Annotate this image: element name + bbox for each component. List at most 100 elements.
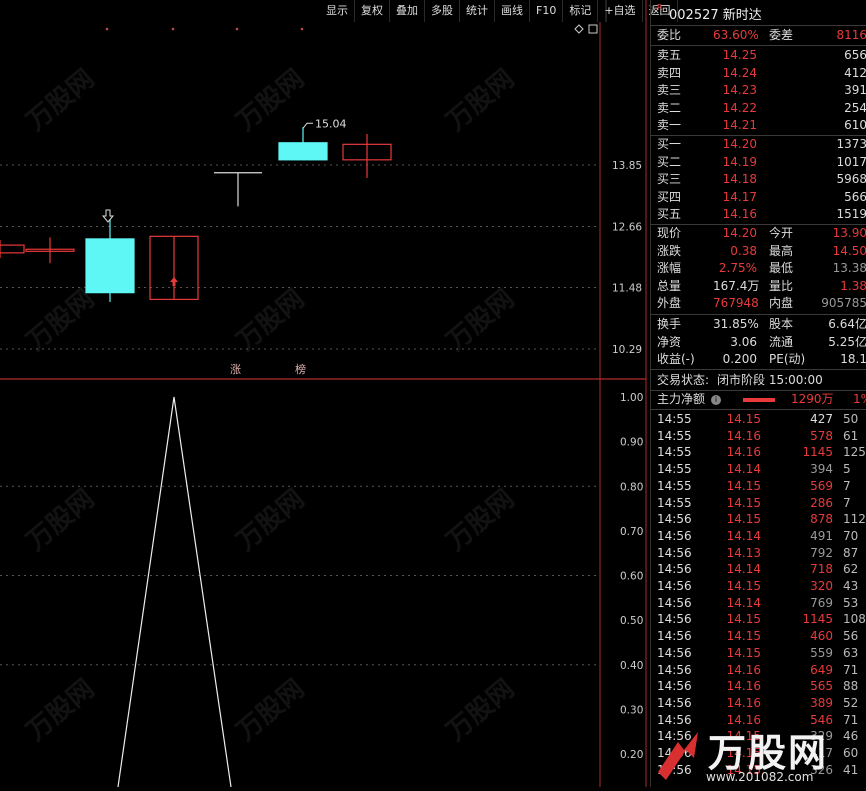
bid-volume: 1017 bbox=[836, 154, 866, 169]
ask-row: 卖五 14.25 656 bbox=[651, 47, 866, 65]
tick-count: 125 bbox=[843, 445, 866, 460]
toolbar-f10-button[interactable]: F10 bbox=[530, 0, 564, 22]
indicator-tick-label: 1.00 bbox=[620, 392, 643, 404]
toolbar-show-button[interactable]: 显示 bbox=[320, 0, 355, 22]
ask-row: 卖一 14.21 610 bbox=[651, 117, 866, 135]
tick-row: 14:55 14.14 394 5 bbox=[651, 461, 866, 478]
ask-label: 卖五 bbox=[657, 48, 682, 62]
indicator-tick-label: 0.20 bbox=[620, 749, 643, 761]
tick-price: 14.14 bbox=[726, 595, 761, 610]
tick-price: 14.16 bbox=[726, 428, 761, 443]
bid-row: 买二 14.19 1017 bbox=[651, 154, 866, 172]
bid-row: 买四 14.17 566 bbox=[651, 189, 866, 207]
tick-time: 14:55 bbox=[657, 428, 692, 443]
fundamental-value: 6.64亿 bbox=[828, 317, 866, 331]
indicator-tick-label: 0.30 bbox=[620, 704, 643, 716]
weicha-label: 委差 bbox=[769, 28, 794, 42]
bid-volume: 1373 bbox=[836, 137, 866, 151]
tick-price: 14.15 bbox=[726, 629, 761, 644]
tick-price: 14.16 bbox=[726, 679, 761, 694]
toolbar-adjust-button[interactable]: 复权 bbox=[355, 0, 390, 22]
indicator-tick-label: 0.80 bbox=[620, 481, 643, 493]
indicator-tick-label: 0.40 bbox=[620, 660, 643, 672]
fundamental-label: 收益(-) bbox=[657, 352, 695, 367]
tick-count: 108 bbox=[843, 612, 866, 627]
tick-price: 14.14 bbox=[726, 528, 761, 543]
tick-row: 14:56 14.13 792 87 bbox=[651, 545, 866, 562]
toolbar-stats-button[interactable]: 统计 bbox=[460, 0, 495, 22]
tick-volume: 718 bbox=[810, 562, 833, 577]
tick-volume: 491 bbox=[810, 528, 833, 543]
tick-time: 14:56 bbox=[657, 662, 692, 677]
info-icon[interactable]: i bbox=[711, 395, 721, 405]
stock-name: 新时达 bbox=[722, 8, 762, 23]
tick-row: 14:56 14.16 389 52 bbox=[651, 695, 866, 712]
fundamental-label: 股本 bbox=[769, 317, 794, 331]
weibi-label: 委比 bbox=[657, 28, 682, 42]
tick-count: 63 bbox=[843, 645, 859, 660]
indicator-tick-label: 0.70 bbox=[620, 526, 643, 538]
bid-row: 买五 14.16 1519 bbox=[651, 206, 866, 224]
tick-time: 14:56 bbox=[657, 528, 692, 543]
status-value: 闭市阶段 15:00:00 bbox=[717, 373, 823, 387]
toolbar-overlay-button[interactable]: 叠加 bbox=[390, 0, 425, 22]
quote-value: 14.20 bbox=[722, 226, 757, 240]
divider bbox=[651, 409, 866, 410]
quote-value: 2.75% bbox=[718, 261, 757, 276]
tick-volume: 565 bbox=[810, 679, 833, 694]
kline-chart[interactable]: 13.85 12.66 11.48 10.29 15.04 涨 榜 1.00 0.90 0.80 0… bbox=[0, 0, 650, 788]
ask-volume: 610 bbox=[844, 118, 866, 133]
indicator-line bbox=[117, 396, 232, 788]
bid-volume: 1519 bbox=[836, 207, 866, 222]
bid-label: 买三 bbox=[657, 172, 682, 187]
quote-value: 14.50 bbox=[832, 243, 866, 258]
toolbar: 显示 复权 叠加 多股 统计 画线 F10 标记 +自选 返回 bbox=[320, 0, 678, 22]
bid-label: 买二 bbox=[657, 154, 682, 169]
tick-count: 56 bbox=[843, 629, 859, 644]
tick-time: 14:56 bbox=[657, 595, 692, 610]
quote-value: 905785 bbox=[821, 296, 866, 311]
fundamental-value: 0.200 bbox=[722, 352, 757, 367]
ask-volume: 254 bbox=[844, 100, 866, 115]
toolbar-add-watchlist-button[interactable]: +自选 bbox=[598, 0, 643, 22]
bid-price: 14.18 bbox=[722, 172, 757, 187]
tick-volume: 792 bbox=[810, 545, 833, 560]
tick-time: 14:56 bbox=[657, 645, 692, 660]
tick-price: 14.15 bbox=[726, 579, 761, 593]
marker-dot bbox=[235, 27, 239, 31]
weicha-value: 8116 bbox=[836, 28, 866, 42]
bid-label: 买五 bbox=[657, 207, 682, 222]
tick-count: 7 bbox=[843, 478, 851, 493]
tick-count: 43 bbox=[843, 579, 859, 593]
weibi-value: 63.60% bbox=[713, 28, 759, 42]
divider bbox=[651, 369, 866, 370]
fundamental-value: 5.25亿 bbox=[828, 334, 866, 349]
tick-row: 14:56 14.16 649 71 bbox=[651, 662, 866, 679]
tick-volume: 578 bbox=[810, 428, 833, 443]
tick-time: 14:55 bbox=[657, 462, 692, 477]
quote-value: 1.38 bbox=[840, 278, 866, 293]
toolbar-mark-button[interactable]: 标记 bbox=[563, 0, 599, 22]
quote-label: 内盘 bbox=[769, 296, 794, 311]
tick-count: 53 bbox=[843, 595, 859, 610]
divider bbox=[651, 314, 866, 315]
chart-area[interactable]: 13.85 12.66 11.48 10.29 15.04 涨 榜 1.00 0.90 0.80 0… bbox=[0, 0, 650, 788]
fundamental-row: 净资 3.06 流通 5.25亿 bbox=[651, 334, 866, 352]
tick-price: 14.15 bbox=[726, 478, 761, 493]
up-arrow-icon bbox=[170, 277, 178, 286]
tick-volume: 394 bbox=[810, 462, 833, 477]
bid-price: 14.16 bbox=[722, 207, 757, 222]
quote-label: 现价 bbox=[657, 226, 682, 240]
quote-value: 0.38 bbox=[730, 243, 757, 258]
toolbar-multi-stock-button[interactable]: 多股 bbox=[425, 0, 460, 22]
tick-count: 112 bbox=[843, 512, 866, 527]
main-flow-label: 主力净额 bbox=[657, 392, 706, 406]
fundamental-label: 流通 bbox=[769, 334, 794, 349]
tick-row: 14:56 14.15 878 112 bbox=[651, 511, 866, 528]
tick-row: 14:56 14.14 491 70 bbox=[651, 528, 866, 545]
status-label: 交易状态: bbox=[657, 373, 710, 387]
toolbar-draw-line-button[interactable]: 画线 bbox=[495, 0, 530, 22]
fundamental-value: 18.1 bbox=[840, 352, 866, 367]
tick-time: 14:56 bbox=[657, 612, 692, 627]
tick-row: 14:56 14.16 565 88 bbox=[651, 678, 866, 695]
